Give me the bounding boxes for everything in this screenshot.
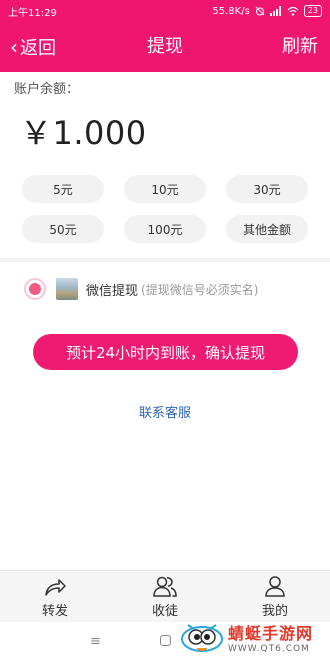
chevron-left-icon: ‹ [10, 35, 18, 59]
balance-label: 账户余额： [14, 82, 80, 97]
watermark: 蜻蜓手游网 WWW.QT6.COM [180, 618, 330, 660]
status-bar: 上午11:29 55.8K/s 23 [0, 0, 330, 22]
amount-option-50[interactable]: 50元 [22, 215, 104, 243]
tab-label: 收徒 [151, 603, 178, 619]
tab-label: 我的 [261, 603, 288, 619]
payment-option-wechat[interactable]: 微信提现 (提现微信号必须实名) [24, 274, 258, 304]
nav-home-button[interactable] [160, 635, 171, 646]
amount-option-5[interactable]: 5元 [22, 175, 104, 203]
amount-option-10[interactable]: 10元 [124, 175, 206, 203]
dragonfly-logo-icon [180, 619, 224, 659]
person-icon [265, 575, 285, 597]
payment-note: (提现微信号必须实名) [141, 282, 259, 297]
wechat-thumbnail [56, 278, 78, 300]
confirm-withdraw-button[interactable]: 预计24小时内到账，确认提现 [33, 334, 298, 370]
tab-label: 转发 [41, 603, 68, 619]
battery-icon: 23 [303, 5, 322, 17]
status-time: 上午11:29 [8, 7, 57, 19]
share-icon [45, 578, 66, 596]
net-speed: 55.8K/s [212, 5, 250, 17]
bottom-tab-bar: 转发 收徒 我的 [0, 570, 330, 622]
alarm-off-icon [255, 6, 265, 16]
amount-option-other[interactable]: 其他金额 [226, 215, 308, 243]
back-button[interactable]: ‹ 返回 [10, 22, 56, 72]
users-icon [153, 576, 177, 597]
wifi-icon [287, 6, 299, 16]
refresh-button[interactable]: 刷新 [282, 22, 318, 72]
contact-support-link[interactable]: 联系客服 [0, 402, 330, 421]
back-label: 返回 [20, 38, 56, 59]
signal-icon [269, 6, 281, 16]
watermark-url: WWW.QT6.COM [228, 644, 310, 654]
balance-value: ￥1.000 [20, 114, 147, 152]
status-icons: 55.8K/s 23 [212, 5, 322, 17]
amount-options: 5元 10元 30元 50元 100元 其他金额 [22, 175, 308, 243]
payment-name: 微信提现 [86, 283, 139, 299]
watermark-name: 蜻蜓手游网 [228, 624, 314, 643]
amount-option-30[interactable]: 30元 [226, 175, 308, 203]
tab-share[interactable]: 转发 [0, 571, 110, 622]
radio-selected-dot [29, 283, 41, 295]
tab-recruit[interactable]: 收徒 [110, 571, 220, 622]
amount-option-100[interactable]: 100元 [124, 215, 206, 243]
nav-menu-button[interactable]: ≡ [90, 634, 101, 649]
title-bar: ‹ 返回 提现 刷新 [0, 22, 330, 72]
tab-mine[interactable]: 我的 [220, 571, 330, 622]
section-divider [0, 258, 330, 262]
watermark-text: 蜻蜓手游网 WWW.QT6.COM [228, 624, 313, 654]
payment-radio[interactable] [24, 278, 46, 300]
